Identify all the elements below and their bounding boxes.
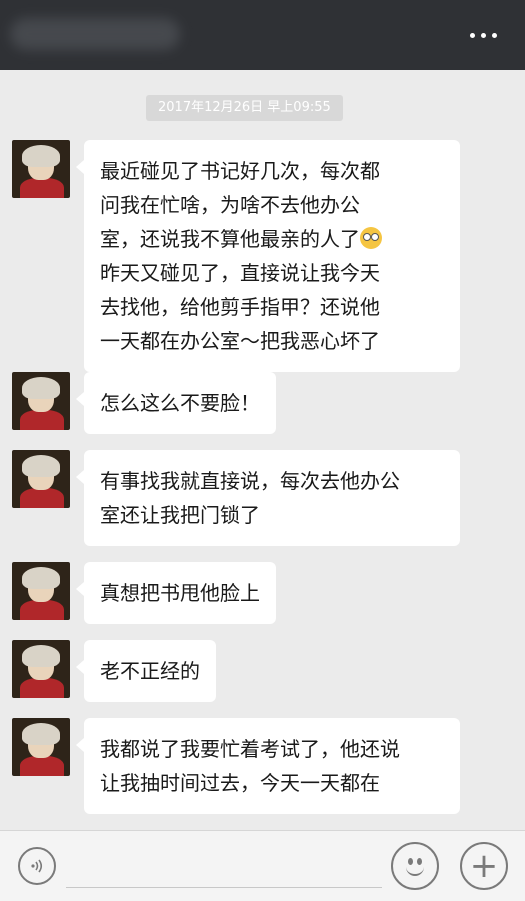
message-line: 老不正经的: [100, 659, 200, 683]
message-line: 真想把书甩他脸上: [100, 581, 260, 605]
more-dots-icon[interactable]: [470, 33, 497, 38]
message-line: 让我抽时间过去，今天一天都在: [100, 771, 380, 795]
plus-icon[interactable]: +: [460, 842, 508, 890]
top-bar: [0, 0, 525, 70]
plus-symbol: +: [469, 846, 499, 886]
avatar[interactable]: [12, 562, 70, 620]
avatar[interactable]: [12, 640, 70, 698]
chat-area[interactable]: 2017年12月26日 早上09:55 最近碰见了书记好几次，每次都 问我在忙啥…: [0, 70, 525, 830]
message-bubble[interactable]: 老不正经的: [76, 640, 216, 702]
message-line: 昨天又碰见了，直接说让我今天: [100, 261, 380, 285]
message-input[interactable]: [66, 887, 382, 888]
message-line: 去找他，给他剪手指甲？还说他: [100, 295, 380, 319]
message-line: 问我在忙啥，为啥不去他办公: [100, 193, 360, 217]
message-bubble[interactable]: 真想把书甩他脸上: [76, 562, 276, 624]
message-bubble[interactable]: 最近碰见了书记好几次，每次都 问我在忙啥，为啥不去他办公 室，还说我不算他最亲的…: [76, 140, 460, 372]
avatar[interactable]: [12, 372, 70, 430]
avatar[interactable]: [12, 140, 70, 198]
message-timestamp: 2017年12月26日 早上09:55: [146, 95, 343, 121]
message-line: 室，还说我不算他最亲的人了: [100, 227, 360, 251]
message-line: 我都说了我要忙着考试了，他还说: [100, 737, 400, 761]
message-bubble[interactable]: 有事找我就直接说，每次去他办公 室还让我把门锁了: [76, 450, 460, 546]
message-bubble[interactable]: 怎么这么不要脸！: [76, 372, 276, 434]
voice-icon[interactable]: [18, 847, 56, 885]
message-line: 室还让我把门锁了: [100, 503, 260, 527]
avatar[interactable]: [12, 450, 70, 508]
message-line: 最近碰见了书记好几次，每次都: [100, 159, 380, 183]
message-line: 怎么这么不要脸！: [100, 391, 260, 415]
blurred-chat-title: [10, 18, 180, 50]
emoji-icon[interactable]: [391, 842, 439, 890]
message-line: 有事找我就直接说，每次去他办公: [100, 469, 400, 493]
eye-roll-emoji-icon: [360, 227, 382, 249]
message-bubble[interactable]: 我都说了我要忙着考试了，他还说 让我抽时间过去，今天一天都在: [76, 718, 460, 814]
avatar[interactable]: [12, 718, 70, 776]
message-line: 一天都在办公室～把我恶心坏了: [100, 329, 380, 353]
input-bar: +: [0, 830, 525, 901]
